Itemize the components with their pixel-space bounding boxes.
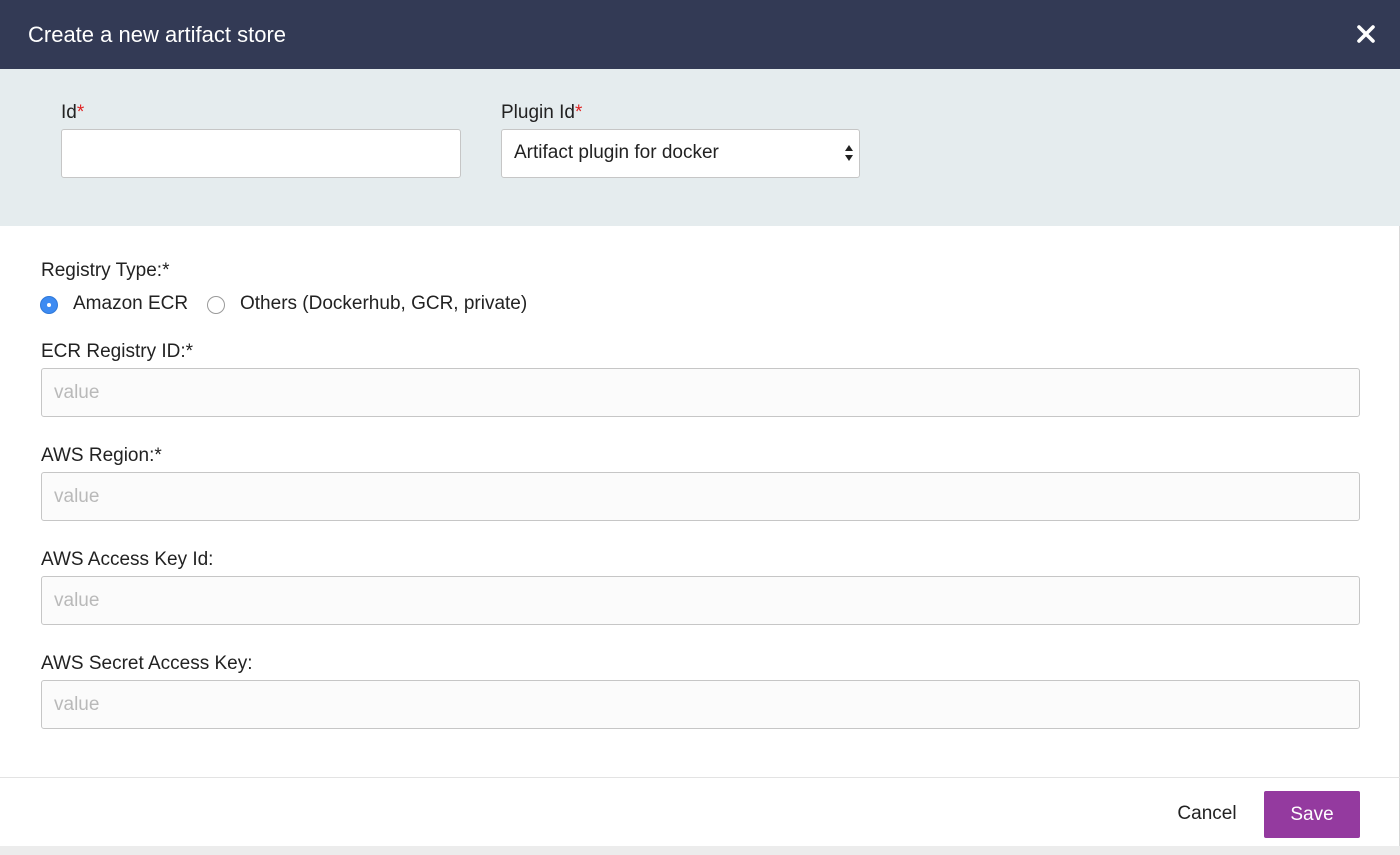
aws-secret-access-key-placeholder: value <box>54 694 100 715</box>
select-arrows-icon <box>845 145 853 161</box>
ecr-registry-id-input[interactable]: value <box>41 368 1360 417</box>
dialog-bottom-edge <box>0 846 1400 855</box>
dialog-header: Create a new artifact store <box>0 0 1400 69</box>
others-radio[interactable] <box>207 296 225 314</box>
id-label: Id* <box>61 102 84 124</box>
registry-type-label: Registry Type:* <box>41 260 170 281</box>
id-required-mark: * <box>76 102 85 123</box>
top-fields-section: Id* Plugin Id* Artifact plugin for docke… <box>0 69 1400 226</box>
plugin-id-selected-value: Artifact plugin for docker <box>514 142 719 163</box>
aws-region-input[interactable]: value <box>41 472 1360 521</box>
aws-secret-access-key-input[interactable]: value <box>41 680 1360 729</box>
id-input[interactable] <box>61 129 461 178</box>
plugin-id-label-text: Plugin Id <box>501 102 575 123</box>
id-label-text: Id <box>61 102 77 123</box>
ecr-registry-id-label: ECR Registry ID:* <box>41 341 194 362</box>
save-button[interactable]: Save <box>1264 791 1360 838</box>
cancel-button[interactable]: Cancel <box>1166 791 1248 837</box>
aws-access-key-id-placeholder: value <box>54 590 100 611</box>
close-button[interactable] <box>1354 22 1378 46</box>
aws-access-key-id-label: AWS Access Key Id: <box>41 549 214 570</box>
aws-secret-access-key-label: AWS Secret Access Key: <box>41 653 253 674</box>
plugin-id-required-mark: * <box>574 102 583 123</box>
footer-divider <box>0 777 1400 778</box>
ecr-registry-id-placeholder: value <box>54 382 100 403</box>
plugin-id-select[interactable]: Artifact plugin for docker <box>501 129 860 178</box>
aws-access-key-id-input[interactable]: value <box>41 576 1360 625</box>
others-radio-label[interactable]: Others (Dockerhub, GCR, private) <box>240 293 527 315</box>
aws-region-placeholder: value <box>54 486 100 507</box>
close-icon <box>1357 25 1375 43</box>
amazon-ecr-radio-label[interactable]: Amazon ECR <box>73 293 188 315</box>
plugin-id-label: Plugin Id* <box>501 102 582 124</box>
amazon-ecr-radio[interactable] <box>40 296 58 314</box>
create-artifact-store-dialog: Create a new artifact store Id* Plugin I… <box>0 0 1400 855</box>
dialog-title: Create a new artifact store <box>28 22 287 47</box>
aws-region-label: AWS Region:* <box>41 445 162 466</box>
